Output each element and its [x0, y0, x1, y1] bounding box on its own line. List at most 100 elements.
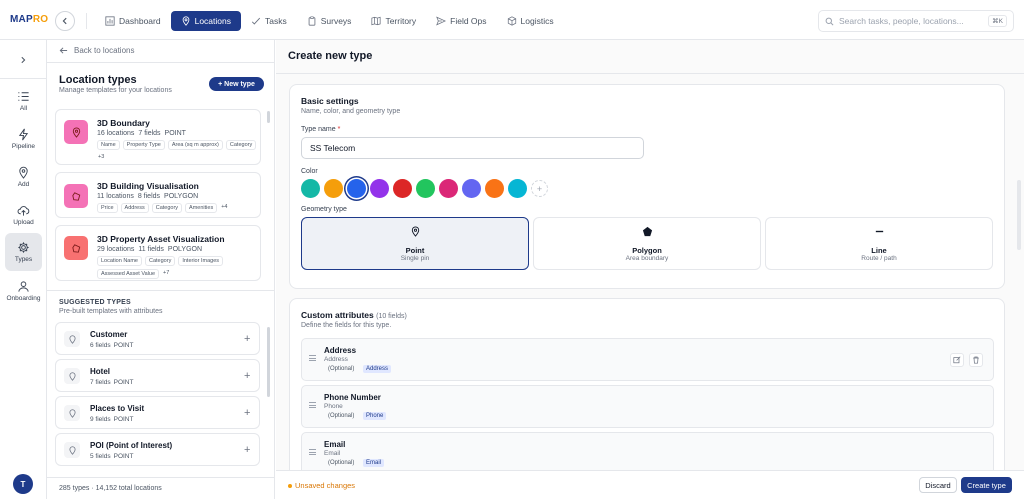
suggested-type-card[interactable]: POI (Point of Interest) 5 fields POINT + — [55, 433, 260, 466]
nav-label: Locations — [194, 16, 231, 26]
type-name-input[interactable]: SS Telecom — [301, 137, 644, 159]
new-type-button[interactable]: + New type — [209, 77, 264, 91]
attribute-row[interactable]: Email Email (Optional) Email — [301, 432, 994, 475]
type-icon — [64, 442, 80, 458]
location-type-card[interactable]: 3D Boundary 16 locations 7 fields POINT Na… — [55, 109, 261, 165]
color-swatch[interactable] — [301, 179, 320, 198]
attribute-subtitle: Email — [324, 450, 341, 457]
search-bar[interactable]: Search tasks, people, locations... ⌘K — [818, 10, 1014, 32]
status-dot — [288, 483, 292, 488]
add-suggested-button[interactable]: + — [244, 334, 250, 345]
main-nav: Dashboard Locations Tasks Surveys Territ… — [86, 11, 564, 31]
rail-item-onboarding[interactable]: Onboarding — [5, 274, 42, 308]
nav-logistics[interactable]: Logistics — [497, 11, 564, 31]
nav-territory[interactable]: Territory — [361, 11, 426, 31]
back-to-locations-link[interactable]: Back to locations — [59, 46, 134, 55]
suggested-type-card[interactable]: Places to Visit 9 fields POINT + — [55, 396, 260, 429]
field-chip: Area (sq m approx) — [167, 140, 223, 150]
color-label: Color — [301, 168, 318, 175]
rail-item-add[interactable]: Add — [5, 160, 42, 194]
add-suggested-button[interactable]: + — [244, 408, 250, 419]
color-swatch[interactable] — [370, 179, 389, 198]
cloud-upload-icon — [17, 206, 30, 216]
type-meta: 16 locations 7 fields POINT — [97, 130, 190, 137]
section-subtitle: Define the fields for this type. — [301, 322, 392, 329]
rail-label: Add — [17, 181, 30, 188]
discard-button[interactable]: Discard — [919, 477, 957, 493]
scrollbar[interactable] — [267, 327, 270, 397]
attribute-subtitle: Phone — [324, 403, 343, 410]
color-swatch[interactable] — [439, 179, 458, 198]
color-swatch[interactable] — [324, 179, 343, 198]
suggested-meta: 7 fields POINT — [90, 379, 136, 386]
shortcut-badge: ⌘K — [988, 15, 1007, 27]
suggested-geometry: POINT — [113, 379, 134, 386]
location-type-card[interactable]: 3D Building Visualisation 11 locations 8 … — [55, 172, 261, 218]
suggested-geometry: POINT — [113, 453, 134, 460]
color-swatch[interactable] — [462, 179, 481, 198]
delete-attribute-button[interactable] — [969, 353, 983, 367]
color-swatch[interactable] — [416, 179, 435, 198]
nav-field-ops[interactable]: Field Ops — [426, 11, 496, 31]
type-icon — [64, 184, 88, 208]
nav-dashboard[interactable]: Dashboard — [95, 11, 171, 31]
nav-locations[interactable]: Locations — [170, 11, 241, 31]
add-suggested-button[interactable]: + — [244, 371, 250, 382]
geometry-icon — [534, 226, 760, 237]
location-type-card[interactable]: 3D Property Asset Visualization 29 locat… — [55, 225, 261, 281]
color-swatch[interactable] — [508, 179, 527, 198]
geometry-subtitle: Single pin — [400, 255, 430, 262]
back-button[interactable] — [55, 11, 75, 31]
nav-tasks[interactable]: Tasks — [241, 11, 297, 31]
gear-icon — [18, 242, 29, 253]
color-swatch[interactable] — [485, 179, 504, 198]
geometry-option-polygon[interactable]: Polygon Area boundary — [533, 217, 761, 270]
type-name: 3D Building Visualisation — [97, 181, 199, 191]
scrollbar[interactable] — [1017, 180, 1021, 250]
attribute-type-badge: Email — [363, 459, 385, 467]
drag-handle-icon[interactable] — [309, 449, 316, 455]
panel-title: Location types — [59, 74, 137, 86]
attribute-row[interactable]: Phone Number Phone (Optional) Phone — [301, 385, 994, 428]
drag-handle-icon[interactable] — [309, 355, 316, 361]
attribute-optional: (Optional) — [328, 413, 355, 419]
type-fields: 8 fields — [137, 193, 161, 200]
map-pin-icon — [72, 127, 80, 138]
geometry-option-line[interactable]: Line Route / path — [765, 217, 993, 270]
rail-item-types[interactable]: Types — [5, 233, 42, 271]
rail-item-upload[interactable]: Upload — [5, 198, 42, 232]
suggested-fields: 7 fields — [90, 379, 111, 386]
scrollbar[interactable] — [267, 111, 270, 123]
suggested-geometry: POINT — [113, 342, 134, 349]
color-swatch-selected[interactable] — [347, 179, 366, 198]
edit-attribute-button[interactable] — [950, 353, 964, 367]
rail-label: Types — [14, 256, 33, 263]
add-suggested-button[interactable]: + — [244, 445, 250, 456]
side-rail: All Pipeline Add Upload Types Onboarding… — [0, 40, 47, 499]
list-icon — [18, 92, 29, 101]
search-input[interactable]: Search tasks, people, locations... — [839, 16, 964, 26]
add-color-button[interactable]: + — [531, 180, 548, 197]
field-chip: Location Name — [97, 256, 142, 266]
attribute-optional: (Optional) — [328, 460, 355, 466]
suggested-type-card[interactable]: Customer 6 fields POINT + — [55, 322, 260, 355]
field-chip: Category — [225, 140, 257, 150]
rail-item-pipeline[interactable]: Pipeline — [5, 122, 42, 156]
type-meta: 29 locations 11 fields POLYGON — [97, 246, 206, 253]
arrow-left-icon — [59, 47, 68, 54]
geometry-option-point[interactable]: Point Single pin — [301, 217, 529, 270]
type-name: 3D Boundary — [97, 118, 150, 128]
create-type-button[interactable]: Create type — [961, 477, 1012, 493]
attribute-row[interactable]: Address Address (Optional) Address — [301, 338, 994, 381]
avatar[interactable]: T — [13, 474, 33, 494]
nav-label: Tasks — [264, 16, 287, 26]
drag-handle-icon[interactable] — [309, 402, 316, 408]
required-marker: * — [337, 126, 341, 133]
nav-surveys[interactable]: Surveys — [297, 11, 362, 31]
expand-rail-button[interactable] — [12, 49, 34, 71]
logo[interactable]: MAPRO — [10, 14, 48, 25]
color-swatch[interactable] — [393, 179, 412, 198]
suggested-type-card[interactable]: Hotel 7 fields POINT + — [55, 359, 260, 392]
rail-item-all[interactable]: All — [5, 84, 42, 118]
divider — [47, 290, 275, 291]
